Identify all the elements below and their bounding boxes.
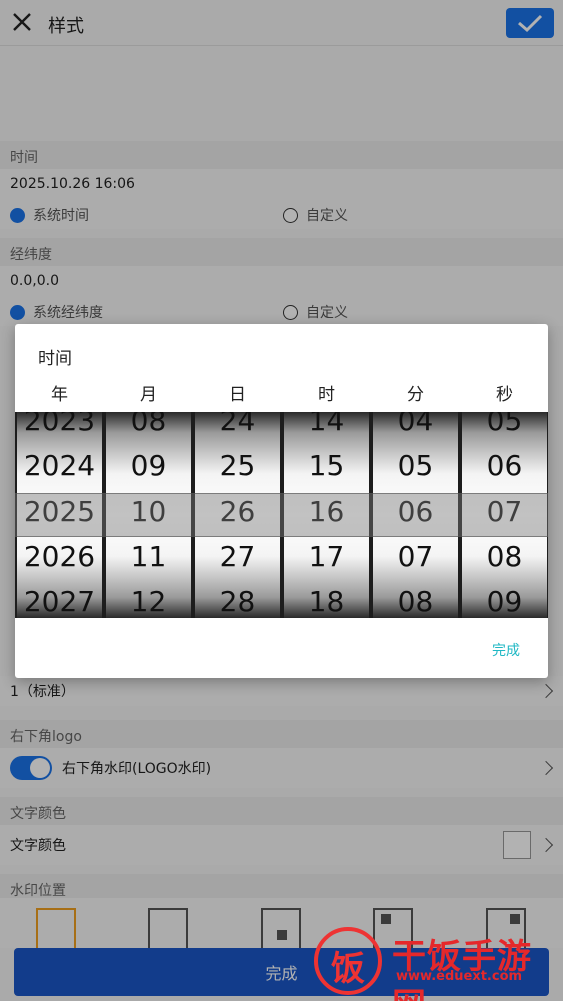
wheel-value: 05	[486, 412, 523, 437]
wheel-value: 2023	[23, 412, 96, 437]
wheel-value: 2027	[23, 585, 96, 618]
wheel-value: 18	[308, 585, 345, 618]
wheel-value: 17	[308, 540, 345, 573]
wheel-value: 15	[308, 449, 345, 482]
time-picker-dialog: 时间 年 月 日 时 分 秒 2023 2024 2025 2026 2027 …	[15, 324, 548, 678]
wheel-value: 25	[219, 449, 256, 482]
wheel-value: 05	[397, 449, 434, 482]
column-header-hour: 时	[318, 385, 335, 405]
column-header-second: 秒	[496, 385, 513, 405]
site-name: 干饭手游网	[392, 937, 532, 1001]
column-header-minute: 分	[407, 385, 424, 405]
wheel-value: 09	[130, 449, 167, 482]
wheel-value: 06	[486, 449, 523, 482]
wheel-value: 08	[397, 585, 434, 618]
wheel-value: 2026	[23, 540, 96, 573]
column-header-month: 月	[140, 385, 157, 405]
wheel-value: 28	[219, 585, 256, 618]
wheel-value: 11	[130, 540, 167, 573]
wheel-value: 14	[308, 412, 345, 437]
site-logo-char: 饭	[331, 949, 365, 989]
site-watermark: 饭 干饭手游网 www.eduext.com	[310, 925, 550, 1001]
column-header-day: 日	[229, 385, 246, 405]
column-header-year: 年	[51, 385, 68, 405]
wheel-value: 12	[130, 585, 167, 618]
site-url: www.eduext.com	[396, 969, 523, 984]
wheel-value: 08	[486, 540, 523, 573]
wheel-value: 27	[219, 540, 256, 573]
wheel-value: 24	[219, 412, 256, 437]
wheel-value: 08	[130, 412, 167, 437]
wheel-value: 09	[486, 585, 523, 618]
wheel-value: 04	[397, 412, 434, 437]
picker-wheels: 2023 2024 2025 2026 2027 08 09 10 11 12 …	[15, 412, 548, 618]
picker-done-button[interactable]: 完成	[492, 640, 520, 660]
site-logo: 饭	[314, 927, 382, 995]
wheel-value: 07	[397, 540, 434, 573]
picker-title: 时间	[38, 349, 72, 369]
selection-band	[15, 493, 548, 537]
wheel-value: 2024	[23, 449, 96, 482]
